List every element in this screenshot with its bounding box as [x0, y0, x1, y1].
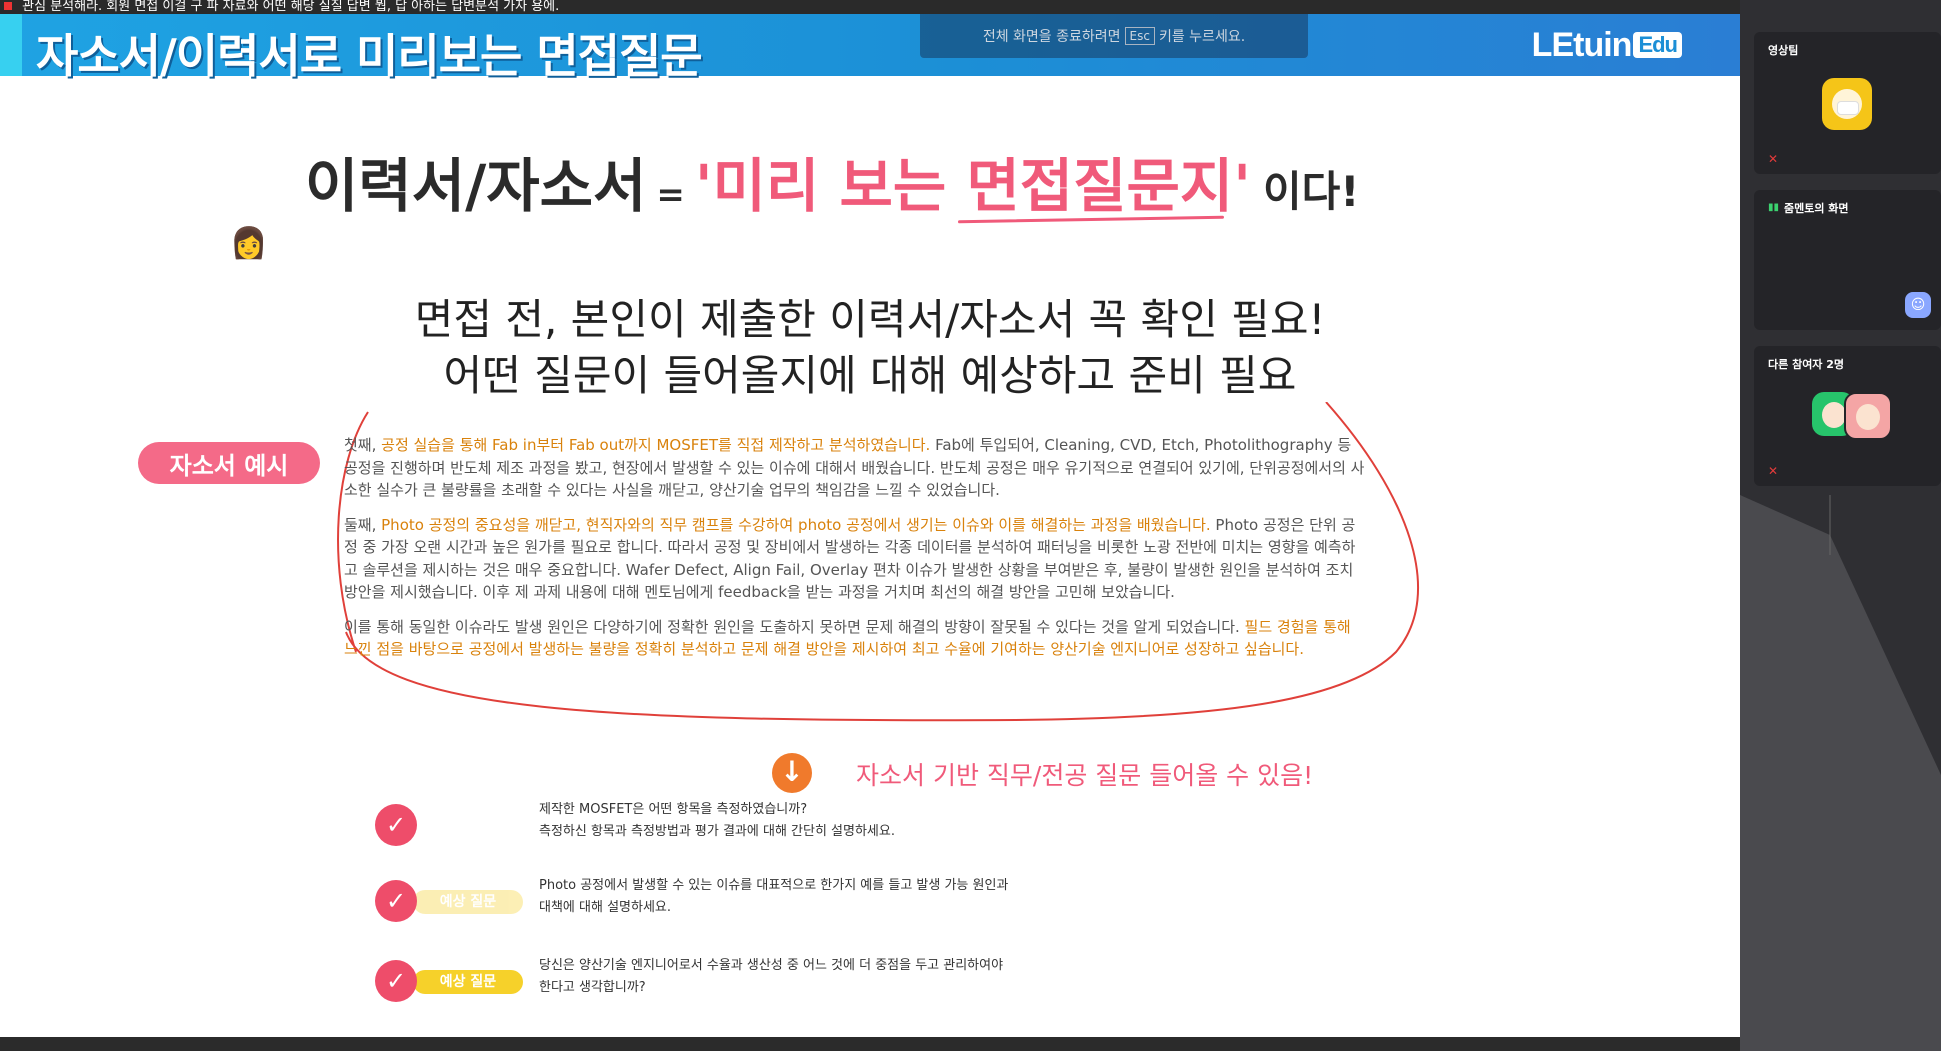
check-icon: ✓: [375, 960, 417, 1002]
esc-key-label: Esc: [1124, 27, 1155, 45]
sidebar-background-shape: [1740, 495, 1941, 1051]
participant-tile-others[interactable]: 다른 참여자 2명 ✕: [1754, 346, 1941, 486]
headline: 이력서/자소서 = '미리 보는 면접질문지' 이다!: [305, 152, 1360, 220]
check-icon: ✓: [375, 804, 417, 846]
subtitle-line-1: 면접 전, 본인이 제출한 이력서/자소서 꼭 확인 필요!: [414, 295, 1326, 344]
banner-accent: [0, 14, 22, 76]
person-icon: 👩: [230, 226, 268, 261]
slide-banner: 자소서/이력서로 미리보는 면접질문 LEtuin Edu: [0, 14, 1740, 83]
expected-question-badge: 예상 질문: [413, 970, 523, 994]
participant-name: 영상팀: [1768, 44, 1799, 57]
expected-question-badge: 예상 질문: [413, 890, 523, 914]
subtitle-line-2: 어떤 질문이 들어올지에 대해 예상하고 준비 필요: [443, 351, 1297, 400]
essay-paragraph-2: 둘째, Photo 공정의 중요성을 깨닫고, 현직자와의 직무 캠프를 수강하…: [344, 515, 1356, 602]
mask-icon: [1837, 101, 1859, 115]
arrow-down-icon: ↓: [772, 753, 812, 793]
top-ticker: 관심 분석해라. 회원 면접 이걸 구 파 자료와 어떤 해당 실질 답변 뭡,…: [0, 0, 1941, 14]
bottom-strip: [0, 1037, 1740, 1051]
headline-quote: '미리 보는 면접질문지': [694, 152, 1251, 220]
check-icon: ✓: [375, 880, 417, 922]
ticker-text: 관심 분석해라. 회원 면접 이걸 구 파 자료와 어떤 해당 실질 답변 뭡,…: [22, 0, 560, 14]
participant-tile-screen-share[interactable]: ▮▮ 줌멘토의 화면 ☺: [1754, 190, 1941, 330]
audio-indicator-icon: ▮▮: [1768, 202, 1780, 213]
essay-body: 첫째, 공정 실습을 통해 Fab in부터 Fab out까지 MOSFET를…: [344, 434, 1366, 673]
presentation-slide: 자소서/이력서로 미리보는 면접질문 LEtuin Edu 전체 화면을 종료하려…: [0, 14, 1740, 1037]
participant-avatar: ☺: [1905, 292, 1931, 318]
arrow-note: 자소서 기반 직무/전공 질문 들어올 수 있음!: [856, 761, 1314, 790]
letuin-logo: LEtuin Edu: [1532, 26, 1682, 65]
recording-dot-icon: [4, 2, 12, 10]
mic-muted-icon: ✕: [1768, 152, 1779, 166]
slide-title: 자소서/이력서로 미리보는 면접질문: [36, 29, 703, 83]
participant-avatar: [1822, 78, 1872, 130]
logo-edu-badge: Edu: [1633, 32, 1682, 58]
essay-paragraph-3: 이를 통해 동일한 이슈라도 발생 원인은 다양하기에 정확한 원인을 도출하지…: [344, 617, 1351, 659]
essay-example-tag: 자소서 예시: [138, 442, 320, 484]
participant-avatars: [1812, 392, 1892, 440]
participant-tile-video-team[interactable]: 영상팀 ✕: [1754, 32, 1941, 174]
mic-muted-icon: ✕: [1768, 464, 1779, 478]
fullscreen-exit-hint: 전체 화면을 종료하려면 Esc 키를 누르세요.: [920, 14, 1308, 58]
essay-paragraph-1: 첫째, 공정 실습을 통해 Fab in부터 Fab out까지 MOSFET를…: [344, 436, 1365, 499]
participant-name: 다른 참여자 2명: [1768, 358, 1845, 371]
participant-name: 줌멘토의 화면: [1784, 202, 1849, 215]
